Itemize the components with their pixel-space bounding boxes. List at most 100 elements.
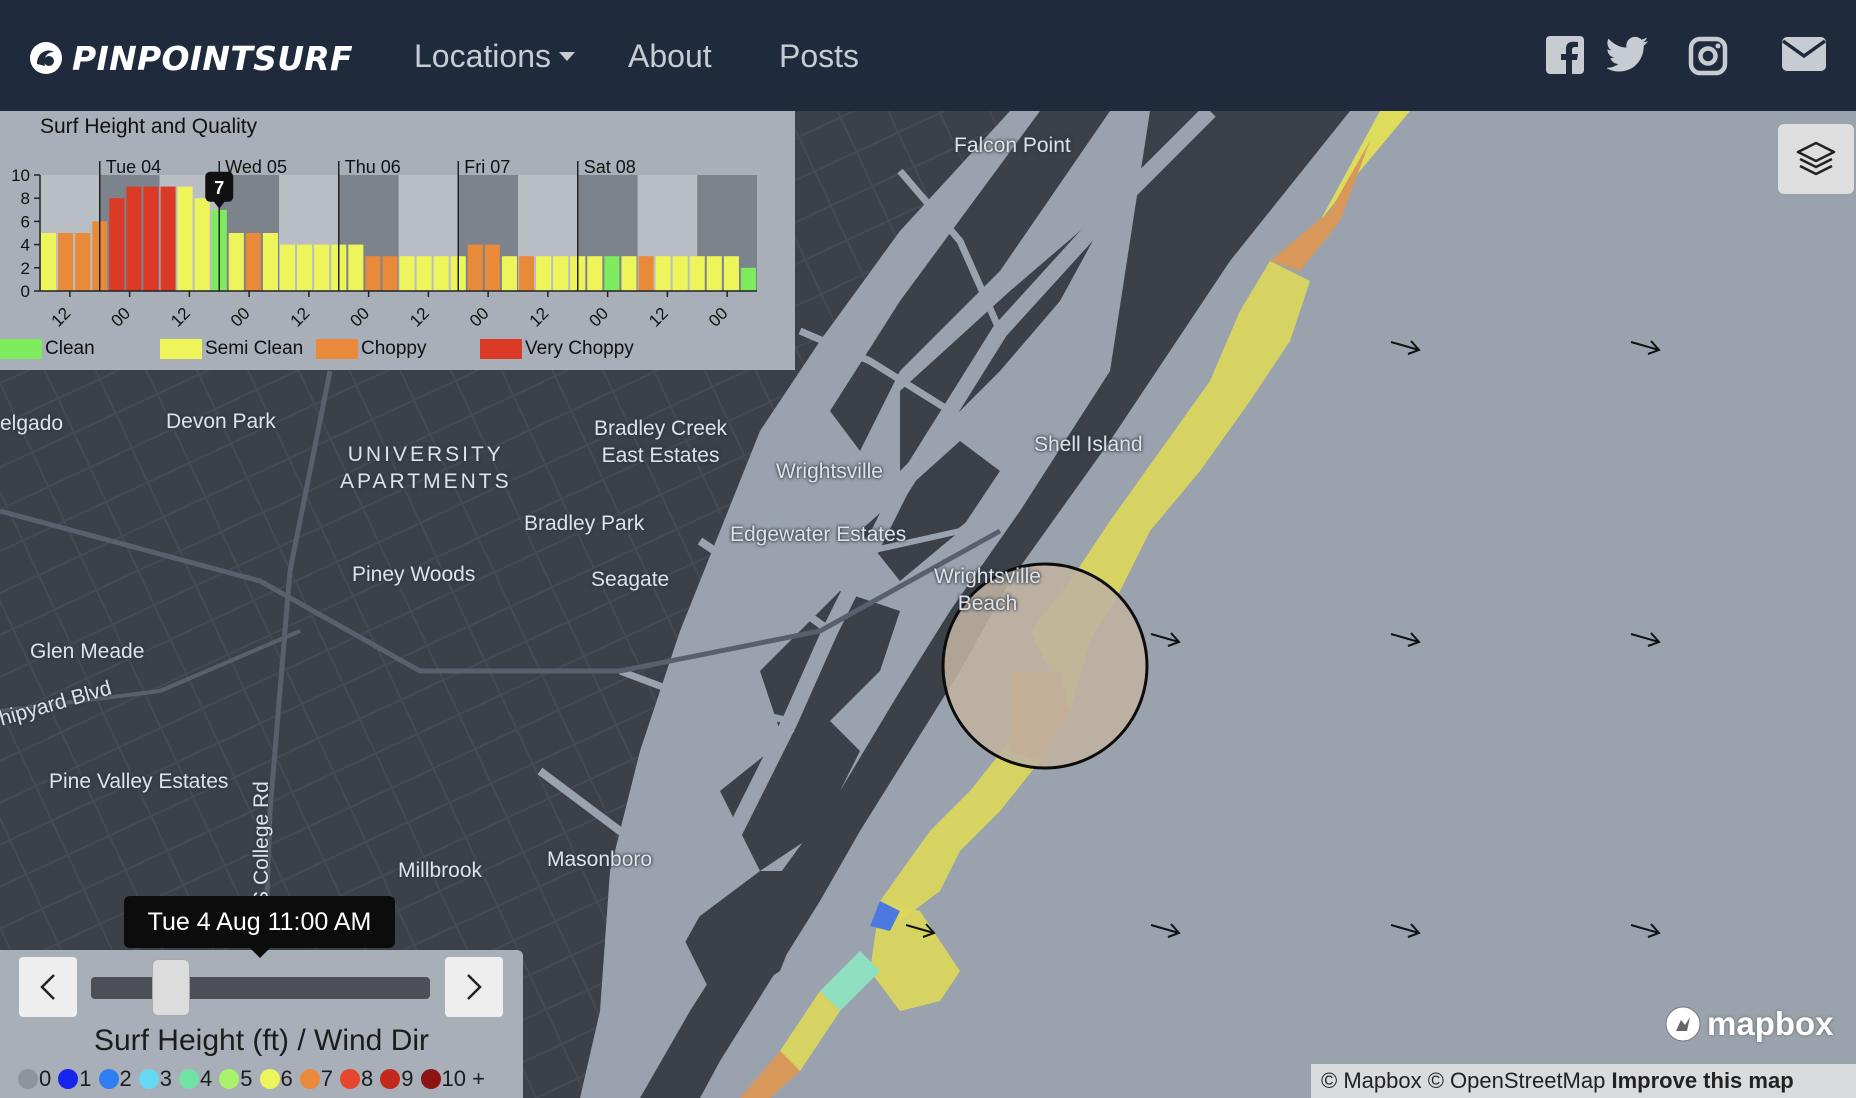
chevron-right-icon <box>467 974 482 1000</box>
legend-item-clean: Clean <box>0 338 95 360</box>
place-label-shell-island: Shell Island <box>1034 433 1143 456</box>
previous-time-button[interactable] <box>19 957 77 1017</box>
instagram-icon[interactable] <box>1688 36 1728 81</box>
scale-item: 9 <box>380 1066 414 1092</box>
chart-bar <box>194 198 210 291</box>
attribution-osm-link[interactable]: © OpenStreetMap <box>1428 1068 1606 1093</box>
place-label-bradley-creek-line1: Bradley Creek <box>594 417 728 440</box>
chart-x-tick-label: 12 <box>526 304 553 331</box>
layers-button[interactable] <box>1778 124 1854 194</box>
scale-label: 8 <box>361 1066 374 1091</box>
email-icon[interactable] <box>1781 36 1827 77</box>
place-label-delgado: elgado <box>0 412 64 435</box>
nav-locations-dropdown[interactable]: Locations <box>414 36 575 76</box>
nav-posts-link[interactable]: Posts <box>779 36 859 76</box>
scale-item: 2 <box>98 1066 132 1092</box>
chart-x-tick-label: 12 <box>406 304 433 331</box>
place-label-pine-valley-estates: Pine Valley Estates <box>49 770 229 793</box>
chart-bar <box>245 233 261 291</box>
scale-dot <box>340 1069 360 1089</box>
scale-dot <box>98 1069 119 1089</box>
mapbox-logo-text: mapbox <box>1707 1005 1834 1042</box>
scale-item: 3 <box>138 1066 172 1092</box>
scale-dot <box>219 1069 240 1089</box>
legend-swatch <box>480 339 522 359</box>
facebook-icon[interactable] <box>1546 36 1584 79</box>
mapbox-logo-icon <box>1665 1006 1701 1042</box>
scale-dot <box>18 1069 38 1089</box>
chart-bar <box>348 244 364 291</box>
scale-item: 7 <box>299 1066 333 1092</box>
current-time-tooltip: Tue 4 Aug 11:00 AM <box>124 896 395 958</box>
next-time-button[interactable] <box>445 957 503 1017</box>
time-slider-thumb[interactable] <box>151 959 190 1016</box>
chart-bar <box>416 256 432 291</box>
chart-x-tick-label: 12 <box>287 304 314 331</box>
chart-day-label: Fri 07 <box>464 157 510 177</box>
chart-x-tick-label: 12 <box>167 304 194 331</box>
scale-label: 6 <box>280 1066 293 1091</box>
chart-bar <box>655 256 671 291</box>
chart-bar <box>280 244 296 291</box>
chart-bar <box>467 244 483 291</box>
mapbox-logo[interactable]: mapbox <box>1663 1004 1834 1044</box>
chart-bar <box>740 267 756 291</box>
chart-bar <box>638 256 654 291</box>
legend-item-very: Very Choppy <box>480 338 634 360</box>
chart-day-label: Wed 05 <box>225 157 287 177</box>
scale-item: 0 <box>18 1066 51 1092</box>
chart-x-tick-label: 12 <box>645 304 672 331</box>
scale-dot <box>259 1069 280 1089</box>
chart-bar <box>75 233 91 291</box>
chart-bar <box>365 256 381 291</box>
wave-logo-icon <box>30 42 62 74</box>
chart-bar <box>672 256 688 291</box>
scale-dot <box>299 1069 320 1089</box>
legend-label: Choppy <box>361 338 427 359</box>
attribution-mapbox-link[interactable]: © Mapbox <box>1321 1068 1422 1093</box>
surf-height-scale: 0 1 2 3 4 5 6 7 8 9 10 + <box>18 1066 492 1092</box>
place-label-university-apartments: UNIVERSITY APARTMENTS <box>340 441 512 495</box>
road-label-college-rd: S College Rd <box>249 781 273 905</box>
improve-map-link[interactable]: Improve this map <box>1611 1068 1793 1093</box>
place-label-university-line1: UNIVERSITY <box>347 443 504 466</box>
surf-chart[interactable]: Surf Height and Quality 0 2 4 6 8 10 Tue 04 Wed… <box>0 111 795 370</box>
chart-day-label: Tue 04 <box>106 157 161 177</box>
chart-bar <box>262 233 278 291</box>
chart-bar <box>689 256 705 291</box>
place-label-bradley-creek: Bradley Creek East Estates <box>594 415 727 469</box>
chart-y-tick-label: 10 <box>11 166 30 185</box>
chart-y-tick-label: 2 <box>21 259 30 278</box>
chart-bar <box>621 256 637 291</box>
place-label-falcon-point: Falcon Point <box>954 134 1071 157</box>
scale-label: 2 <box>119 1066 132 1091</box>
chart-bar <box>314 244 330 291</box>
scale-label: 4 <box>200 1066 213 1091</box>
chart-x-tick-label: 00 <box>705 304 732 331</box>
place-label-university-line2: APARTMENTS <box>340 470 512 493</box>
scale-label: 0 <box>39 1066 52 1091</box>
chart-marker-value: 7 <box>214 178 224 198</box>
chart-title: Surf Height and Quality <box>40 115 258 138</box>
layers-icon <box>1796 141 1836 176</box>
chart-y-tick-label: 4 <box>21 236 30 255</box>
brand-logo[interactable]: PINPOINTSURF <box>28 36 353 80</box>
scale-dot <box>380 1069 401 1089</box>
chart-x-tick-label: 00 <box>107 304 134 331</box>
chart-day-label: Sat 08 <box>584 157 636 177</box>
chart-bar <box>297 244 313 291</box>
chart-bar <box>604 256 620 291</box>
twitter-icon[interactable] <box>1605 36 1649 79</box>
nav-locations-label: Locations <box>414 38 551 74</box>
legend-label: Semi Clean <box>205 338 304 359</box>
place-label-bradley-creek-line2: East Estates <box>601 444 720 467</box>
chart-bar <box>536 256 552 291</box>
nav-about-link[interactable]: About <box>628 36 712 76</box>
time-slider-track[interactable] <box>91 977 430 999</box>
legend-swatch <box>160 339 202 359</box>
chart-y-tick-label: 0 <box>21 282 30 301</box>
place-label-wrightsville-beach-line1: Wrightsville <box>934 565 1041 588</box>
scale-item: 5 <box>219 1066 253 1092</box>
chart-y-tick-label: 8 <box>21 189 30 208</box>
scale-label: 5 <box>240 1066 253 1091</box>
